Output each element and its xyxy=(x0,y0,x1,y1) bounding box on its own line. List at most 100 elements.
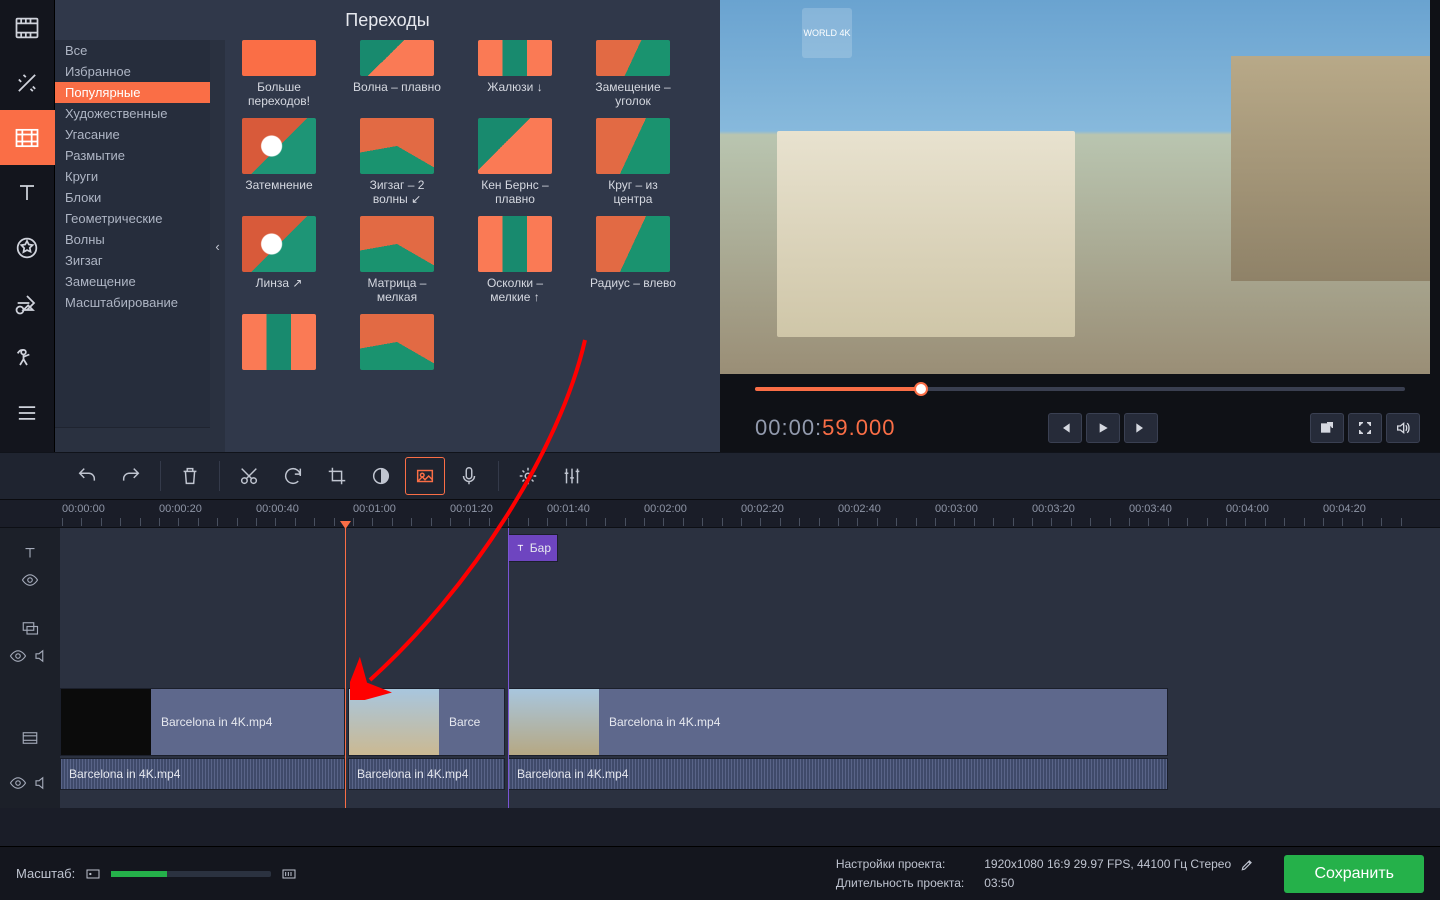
playhead[interactable] xyxy=(345,528,346,808)
timeline-tracks: Бар Barcelona in 4K.mp4 Barce Barcelona … xyxy=(0,528,1440,808)
cut-button[interactable] xyxy=(230,458,268,494)
track-headers xyxy=(0,528,60,808)
play-button[interactable] xyxy=(1086,413,1120,443)
transition-item[interactable] xyxy=(353,314,441,374)
category-item[interactable]: Все xyxy=(55,40,210,61)
title-icon xyxy=(515,541,526,555)
speaker-icon[interactable] xyxy=(33,774,51,792)
project-settings-label: Настройки проекта: xyxy=(836,857,964,871)
transition-item[interactable]: Затемнение xyxy=(235,118,323,206)
speaker-icon[interactable] xyxy=(33,647,51,665)
ruler-tick: 00:03:20 xyxy=(1032,503,1075,515)
ruler-tick: 00:03:40 xyxy=(1129,503,1172,515)
equalizer-button[interactable] xyxy=(553,458,591,494)
seek-knob[interactable] xyxy=(914,382,928,396)
transition-item[interactable]: Зигзаг – 2 волны ↙ xyxy=(353,118,441,206)
transition-item[interactable]: Больше переходов! xyxy=(235,40,323,108)
clip-properties-button[interactable] xyxy=(509,458,547,494)
seek-bar[interactable] xyxy=(720,374,1440,404)
transition-item[interactable] xyxy=(235,314,323,374)
category-item[interactable]: Художественные xyxy=(55,103,210,124)
transition-item[interactable]: Волна – плавно xyxy=(353,40,441,108)
popout-button[interactable] xyxy=(1310,413,1344,443)
category-item[interactable]: Блоки xyxy=(55,187,210,208)
category-item[interactable]: Размытие xyxy=(55,145,210,166)
next-button[interactable] xyxy=(1124,413,1158,443)
ruler-tick: 00:01:00 xyxy=(353,503,396,515)
fullscreen-button[interactable] xyxy=(1348,413,1382,443)
overlay-track-icon xyxy=(21,619,39,637)
ruler-tick: 00:02:00 xyxy=(644,503,687,515)
collapse-categories[interactable]: ‹ xyxy=(210,40,225,452)
transition-item[interactable]: Круг – из центра xyxy=(589,118,677,206)
title-marker xyxy=(508,528,509,808)
undo-button[interactable] xyxy=(68,458,106,494)
transitions-grid: Больше переходов! Волна – плавно Жалюзи … xyxy=(225,40,720,452)
audio-clip[interactable]: Barcelona in 4K.mp4 xyxy=(60,758,345,790)
zoom-slider[interactable] xyxy=(111,871,271,877)
transition-item[interactable]: Матрица – мелкая xyxy=(353,216,441,304)
eye-icon[interactable] xyxy=(21,571,39,589)
transition-item[interactable]: Радиус – влево xyxy=(589,216,677,304)
eye-icon[interactable] xyxy=(9,647,27,665)
status-bar: Масштаб: Настройки проекта: 1920x1080 16… xyxy=(0,846,1440,900)
tool-animation[interactable] xyxy=(0,330,55,385)
zoom-out-icon[interactable] xyxy=(85,866,101,882)
category-item[interactable]: Зигзаг xyxy=(55,250,210,271)
timeline-toolbar xyxy=(0,452,1440,500)
tool-filters[interactable] xyxy=(0,55,55,110)
project-duration-label: Длительность проекта: xyxy=(836,876,964,890)
category-item[interactable]: Избранное xyxy=(55,61,210,82)
audio-clip[interactable]: Barcelona in 4K.mp4 xyxy=(348,758,505,790)
category-item[interactable]: Волны xyxy=(55,229,210,250)
transition-item[interactable]: Осколки – мелкие ↑ xyxy=(471,216,559,304)
video-clip[interactable]: Barcelona in 4K.mp4 xyxy=(508,688,1168,756)
color-button[interactable] xyxy=(362,458,400,494)
transition-item[interactable]: Кен Бернс – плавно xyxy=(471,118,559,206)
title-track-icon xyxy=(21,544,39,562)
transition-item[interactable]: Замещение – уголок xyxy=(589,40,677,108)
video-track-icon xyxy=(21,729,39,747)
save-button[interactable]: Сохранить xyxy=(1284,855,1424,893)
category-item[interactable]: Популярные xyxy=(55,82,210,103)
ruler-tick: 00:01:20 xyxy=(450,503,493,515)
category-item[interactable]: Круги xyxy=(55,166,210,187)
category-item[interactable]: Масштабирование xyxy=(55,292,210,313)
tool-callouts[interactable] xyxy=(0,275,55,330)
tool-more[interactable] xyxy=(0,385,55,440)
timeline-ruler[interactable]: 00:00:0000:00:2000:00:4000:01:0000:01:20… xyxy=(0,500,1440,528)
video-clip[interactable]: Barcelona in 4K.mp4 xyxy=(60,688,345,756)
volume-button[interactable] xyxy=(1386,413,1420,443)
category-search[interactable]: ✕ xyxy=(55,427,210,452)
search-input[interactable] xyxy=(65,433,210,447)
title-clip[interactable]: Бар xyxy=(508,534,558,562)
watermark-badge: WORLD 4K xyxy=(802,8,852,58)
transition-item[interactable]: Линза ↗ xyxy=(235,216,323,304)
tool-media[interactable] xyxy=(0,0,55,55)
transition-item[interactable]: Жалюзи ↓ xyxy=(471,40,559,108)
category-item[interactable]: Геометрические xyxy=(55,208,210,229)
crop-button[interactable] xyxy=(318,458,356,494)
redo-button[interactable] xyxy=(112,458,150,494)
ruler-tick: 00:02:20 xyxy=(741,503,784,515)
timecode: 00:00:59.000 xyxy=(755,415,895,441)
ruler-tick: 00:01:40 xyxy=(547,503,590,515)
category-item[interactable]: Угасание xyxy=(55,124,210,145)
ruler-tick: 00:00:20 xyxy=(159,503,202,515)
rotate-button[interactable] xyxy=(274,458,312,494)
delete-button[interactable] xyxy=(171,458,209,494)
zoom-in-icon[interactable] xyxy=(281,866,297,882)
category-item[interactable]: Замещение xyxy=(55,271,210,292)
video-clip[interactable]: Barce xyxy=(348,688,505,756)
tool-titles[interactable] xyxy=(0,165,55,220)
audio-clip[interactable]: Barcelona in 4K.mp4 xyxy=(508,758,1168,790)
edit-icon[interactable] xyxy=(1240,858,1254,872)
eye-icon[interactable] xyxy=(9,774,27,792)
prev-button[interactable] xyxy=(1048,413,1082,443)
ruler-tick: 00:04:00 xyxy=(1226,503,1269,515)
tool-stickers[interactable] xyxy=(0,220,55,275)
tool-transitions[interactable] xyxy=(0,110,55,165)
project-duration-value: 03:50 xyxy=(984,876,1254,890)
record-audio-button[interactable] xyxy=(450,458,488,494)
transition-wiz-button[interactable] xyxy=(406,458,444,494)
